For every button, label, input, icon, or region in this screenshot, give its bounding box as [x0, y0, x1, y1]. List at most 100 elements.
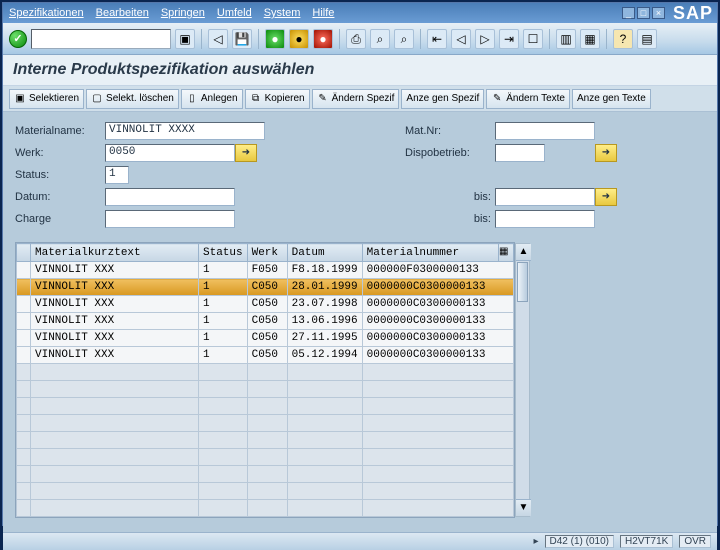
aendern-spezif-button[interactable]: ✎Ändern Spezif — [312, 89, 400, 109]
selection-form: Materialname: VINNOLIT XXXX Mat.Nr: Werk… — [15, 122, 705, 228]
cell-status: 1 — [199, 347, 248, 364]
cell-datum: 28.01.1999 — [287, 279, 362, 296]
col-werk[interactable]: Werk — [247, 244, 287, 262]
work-area: Materialname: VINNOLIT XXXX Mat.Nr: Werk… — [3, 112, 717, 532]
scroll-thumb[interactable] — [517, 262, 528, 302]
enter-button[interactable]: ✓ — [9, 30, 27, 48]
menu-springen[interactable]: Springen — [161, 7, 205, 19]
anzeigen-spezif-button[interactable]: Anze gen Spezif — [401, 89, 484, 109]
matnr-label: Mat.Nr: — [405, 125, 495, 137]
col-datum[interactable]: Datum — [287, 244, 362, 262]
stop-icon[interactable]: ● — [313, 29, 333, 49]
menu-spezifikationen[interactable]: Spezifikationen — [9, 7, 84, 19]
customize-icon[interactable]: ▤ — [637, 29, 657, 49]
row-selector[interactable] — [17, 296, 31, 313]
col-materialkurztext[interactable]: Materialkurztext — [31, 244, 199, 262]
menu-umfeld[interactable]: Umfeld — [217, 7, 252, 19]
prev-page-icon[interactable]: ◁ — [451, 29, 471, 49]
result-table[interactable]: Materialkurztext Status Werk Datum Mater… — [16, 243, 514, 517]
table-row[interactable]: VINNOLIT XXX1C05013.06.19960000000C03000… — [17, 313, 514, 330]
datum-multiselect-button[interactable]: ➜ — [595, 188, 617, 206]
matnr-field[interactable] — [495, 122, 595, 140]
cell-werk: C050 — [247, 330, 287, 347]
cancel-icon[interactable]: ● — [289, 29, 309, 49]
cell-materialkurztext: VINNOLIT XXX — [31, 279, 199, 296]
aendern-texte-button[interactable]: ✎Ändern Texte — [486, 89, 570, 109]
table-row[interactable]: VINNOLIT XXX1F050F8.18.1999000000F030000… — [17, 262, 514, 279]
row-selector[interactable] — [17, 330, 31, 347]
row-selector[interactable] — [17, 279, 31, 296]
cell-materialnummer: 0000000C0300000133 — [362, 313, 513, 330]
table-row[interactable]: VINNOLIT XXX1C05027.11.19950000000C03000… — [17, 330, 514, 347]
col-materialnummer[interactable]: Materialnummer — [362, 244, 498, 262]
table-scrollbar[interactable]: ▲ ▼ — [515, 243, 530, 517]
status-label: Status: — [15, 169, 105, 181]
cell-materialkurztext: VINNOLIT XXX — [31, 313, 199, 330]
first-page-icon[interactable]: ⇤ — [427, 29, 447, 49]
dispobetrieb-multiselect-button[interactable]: ➜ — [595, 144, 617, 162]
table-row[interactable]: VINNOLIT XXX1C05005.12.19940000000C03000… — [17, 347, 514, 364]
layout-icon[interactable]: ▦ — [580, 29, 600, 49]
cell-materialnummer: 000000F0300000133 — [362, 262, 513, 279]
charge-bis-label: bis: — [405, 213, 495, 225]
status-field[interactable]: 1 — [105, 166, 129, 184]
shortcut-icon[interactable]: ▥ — [556, 29, 576, 49]
row-selector[interactable] — [17, 313, 31, 330]
cell-datum: 13.06.1996 — [287, 313, 362, 330]
werk-multiselect-button[interactable]: ➜ — [235, 144, 257, 162]
table-config-button[interactable]: ▦ — [499, 244, 514, 262]
selektieren-button[interactable]: ▣Selektieren — [9, 89, 84, 109]
kopieren-button[interactable]: ⧉Kopieren — [245, 89, 310, 109]
find-next-icon[interactable]: ⌕ — [394, 29, 414, 49]
new-session-icon[interactable]: ☐ — [523, 29, 543, 49]
anzeigen-texte-button[interactable]: Anze gen Texte — [572, 89, 651, 109]
selekt-loeschen-button[interactable]: ▢Selekt. löschen — [86, 89, 179, 109]
back-icon[interactable]: ◁ — [208, 29, 228, 49]
next-page-icon[interactable]: ▷ — [475, 29, 495, 49]
edit-icon: ✎ — [317, 93, 329, 105]
create-icon: ▯ — [186, 93, 198, 105]
datum-label: Datum: — [15, 191, 105, 203]
dispobetrieb-field[interactable] — [495, 144, 545, 162]
materialname-field[interactable]: VINNOLIT XXXX — [105, 122, 265, 140]
window-min-icon[interactable]: _ — [622, 7, 635, 19]
menu-hilfe[interactable]: Hilfe — [312, 7, 334, 19]
dispobetrieb-label: Dispobetrieb: — [405, 147, 495, 159]
table-row[interactable]: VINNOLIT XXX1C05028.01.19990000000C03000… — [17, 279, 514, 296]
sap-logo: SAP — [673, 3, 713, 24]
cell-materialkurztext: VINNOLIT XXX — [31, 262, 199, 279]
anlegen-button[interactable]: ▯Anlegen — [181, 89, 243, 109]
table-row-empty — [17, 381, 514, 398]
window-close-icon[interactable]: × — [652, 7, 665, 19]
window-max-icon[interactable]: □ — [637, 7, 650, 19]
command-field[interactable] — [31, 29, 171, 49]
werk-field[interactable]: 0050 — [105, 144, 235, 162]
last-page-icon[interactable]: ⇥ — [499, 29, 519, 49]
datum-from-field[interactable] — [105, 188, 235, 206]
edit-text-icon: ✎ — [491, 93, 503, 105]
menu-system[interactable]: System — [264, 7, 301, 19]
find-icon[interactable]: ⌕ — [370, 29, 390, 49]
select-icon: ▣ — [14, 93, 26, 105]
datum-bis-field[interactable] — [495, 188, 595, 206]
datum-bis-label: bis: — [405, 191, 495, 203]
menu-bearbeiten[interactable]: Bearbeiten — [96, 7, 149, 19]
row-selector-header[interactable] — [17, 244, 31, 262]
cell-status: 1 — [199, 313, 248, 330]
save-icon[interactable]: ▣ — [175, 29, 195, 49]
exit-icon[interactable]: ● — [265, 29, 285, 49]
cell-status: 1 — [199, 296, 248, 313]
help-icon[interactable]: ? — [613, 29, 633, 49]
scroll-up-button[interactable]: ▲ — [516, 244, 531, 261]
charge-bis-field[interactable] — [495, 210, 595, 228]
scroll-down-button[interactable]: ▼ — [516, 499, 531, 516]
col-status[interactable]: Status — [199, 244, 248, 262]
row-selector[interactable] — [17, 347, 31, 364]
cell-datum: 27.11.1995 — [287, 330, 362, 347]
charge-from-field[interactable] — [105, 210, 235, 228]
print-icon[interactable]: ⎙ — [346, 29, 366, 49]
cell-werk: C050 — [247, 347, 287, 364]
row-selector[interactable] — [17, 262, 31, 279]
save2-icon[interactable]: 💾 — [232, 29, 252, 49]
table-row[interactable]: VINNOLIT XXX1C05023.07.19980000000C03000… — [17, 296, 514, 313]
